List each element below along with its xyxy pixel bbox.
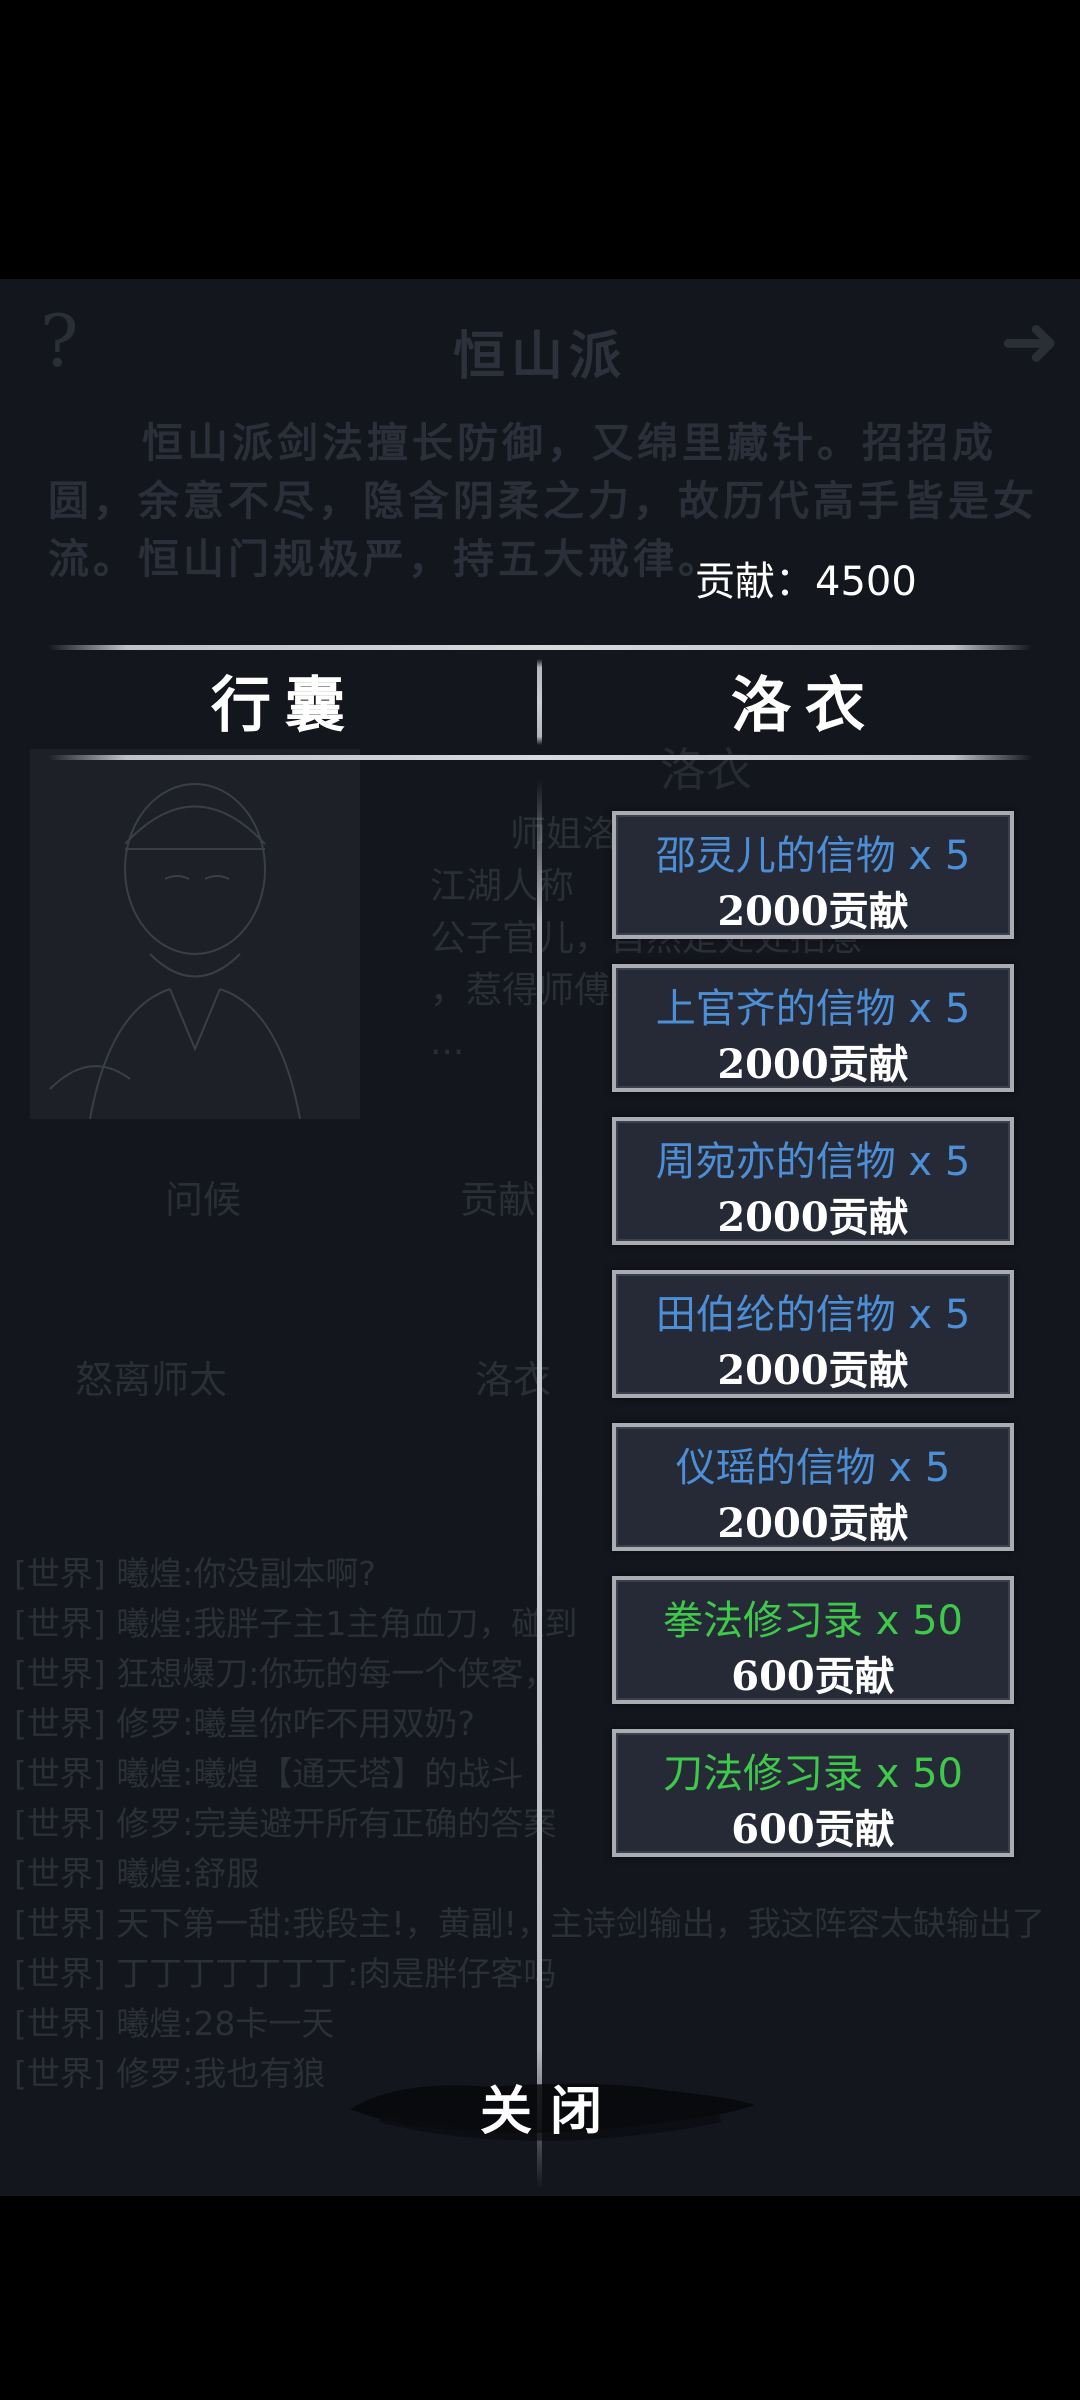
- item-price: 600贡献: [731, 1653, 895, 1700]
- shop-item[interactable]: 刀法修习录 x 50 600贡献: [612, 1729, 1014, 1857]
- item-price: 2000贡献: [717, 1347, 909, 1394]
- npc-master-label-bg: 怒离师太: [75, 1358, 228, 1402]
- close-button[interactable]: 关闭: [340, 2069, 760, 2144]
- tab-inventory[interactable]: 行囊: [35, 657, 535, 744]
- item-name: 田伯纶的信物 x 5: [655, 1292, 971, 1338]
- contribution-balance: 贡献：4500: [695, 559, 917, 605]
- column-divider: [537, 779, 542, 2189]
- shop-item[interactable]: 周宛亦的信物 x 5 2000贡献: [612, 1117, 1014, 1245]
- shop-item[interactable]: 田伯纶的信物 x 5 2000贡献: [612, 1270, 1014, 1398]
- shop-item[interactable]: 拳法修习录 x 50 600贡献: [612, 1576, 1014, 1704]
- item-name: 刀法修习录 x 50: [663, 1751, 963, 1797]
- item-price: 2000贡献: [717, 1194, 909, 1241]
- item-name: 邵灵儿的信物 x 5: [655, 833, 971, 879]
- item-name: 周宛亦的信物 x 5: [655, 1139, 971, 1185]
- shop-item[interactable]: 仪瑶的信物 x 5 2000贡献: [612, 1423, 1014, 1551]
- tab-npc-shop[interactable]: 洛衣: [555, 657, 1055, 744]
- item-price: 600贡献: [731, 1806, 895, 1853]
- item-price: 2000贡献: [717, 1500, 909, 1547]
- item-name: 拳法修习录 x 50: [663, 1598, 963, 1644]
- sect-title: 恒山派: [452, 326, 627, 387]
- npc-portrait: [30, 749, 360, 1119]
- contribution-label-bg: 贡献: [460, 1178, 537, 1222]
- chat-line: [世界] 天下第一甜:我段主!，黄副!，主诗剑输出，我这阵容太缺输出了: [14, 1904, 1045, 1943]
- item-price: 2000贡献: [717, 888, 909, 935]
- item-price: 2000贡献: [717, 1041, 909, 1088]
- top-divider: [48, 645, 1032, 650]
- game-screen: ? ➜ 恒山派 恒山派剑法擅长防御，又绵里藏针。招招成圆，余意不尽，隐含阴柔之力…: [0, 279, 1080, 2196]
- greet-label-bg: 问候: [165, 1178, 242, 1222]
- header-divider: [48, 755, 1032, 760]
- header-column-divider: [537, 659, 542, 745]
- shop-item[interactable]: 邵灵儿的信物 x 5 2000贡献: [612, 811, 1014, 939]
- item-name: 仪瑶的信物 x 5: [675, 1445, 951, 1491]
- chat-line: [世界] 丁丁丁丁丁丁丁:肉是胖仔客吗: [14, 1954, 557, 1993]
- npc-portrait-drawing: [49, 783, 301, 1119]
- shop-item[interactable]: 上官齐的信物 x 5 2000贡献: [612, 964, 1014, 1092]
- item-name: 上官齐的信物 x 5: [655, 986, 971, 1032]
- close-button-area: 关闭: [340, 2039, 760, 2169]
